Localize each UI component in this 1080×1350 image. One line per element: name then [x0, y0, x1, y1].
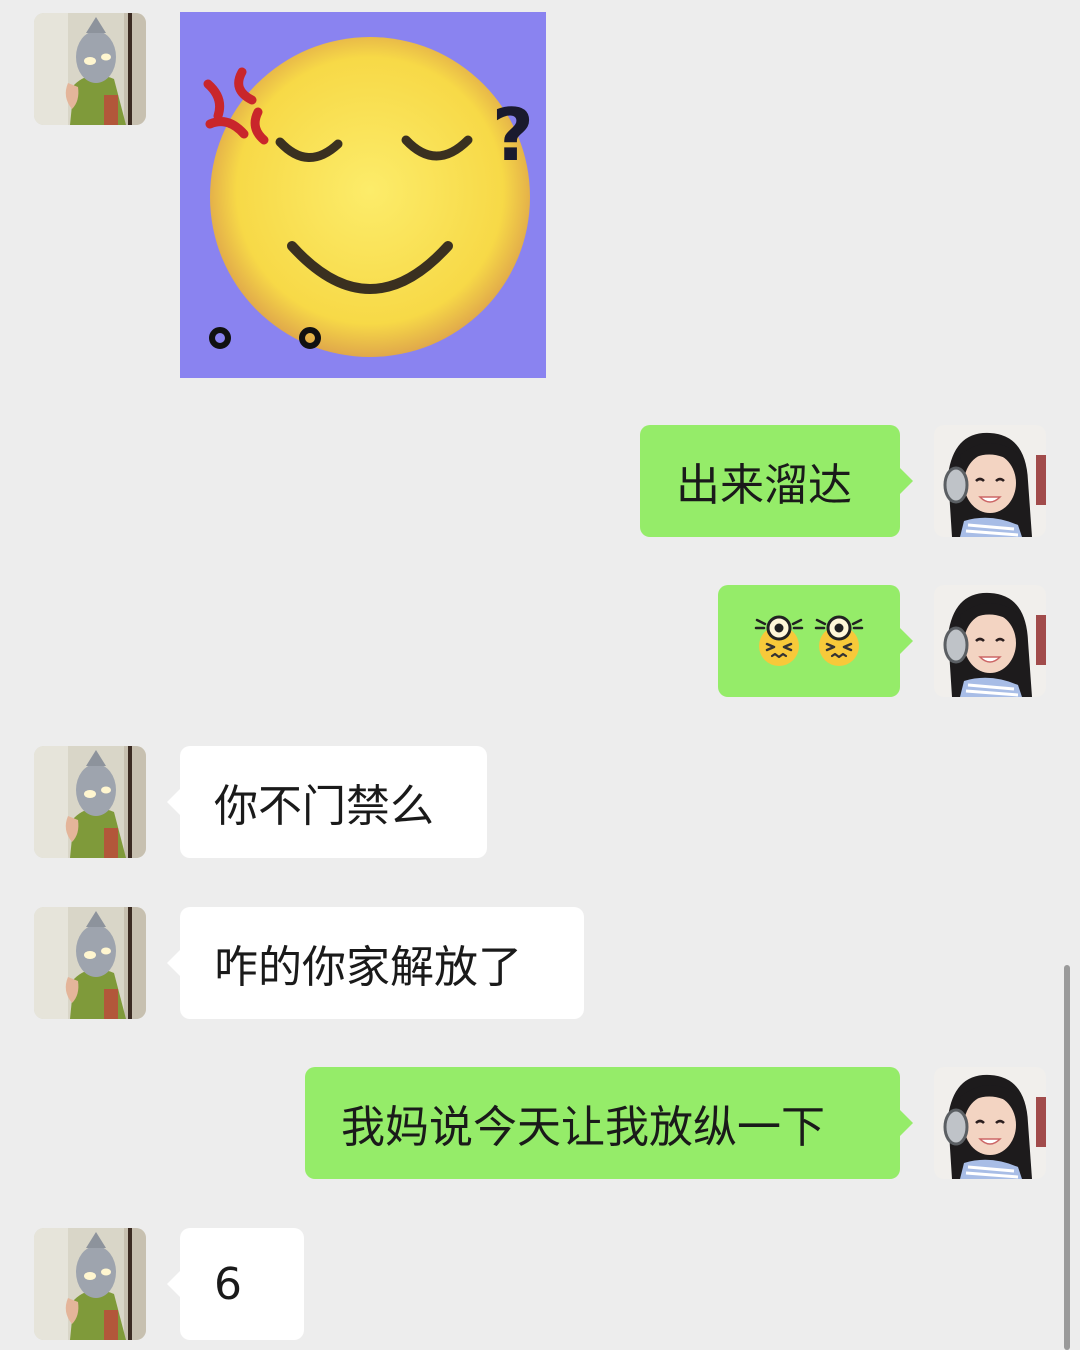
contact-avatar[interactable] — [34, 907, 146, 1019]
contact-avatar[interactable] — [34, 1228, 146, 1340]
incoming-message-bubble[interactable]: 咋的你家解放了 — [167, 907, 584, 1019]
my-avatar[interactable] — [934, 425, 1046, 537]
message-text: 出来溜达 — [676, 460, 852, 511]
incoming-message-bubble[interactable]: 6 — [167, 1228, 304, 1340]
chat-scrollbar[interactable] — [1064, 965, 1070, 1350]
outgoing-message-bubble[interactable]: 我妈说今天让我放纵一下 — [305, 1067, 913, 1179]
contact-avatar[interactable] — [34, 13, 146, 125]
message-text: 6 — [214, 1258, 242, 1310]
squinting-laughing-face-with-eyes-icon — [752, 614, 806, 668]
message-text: 你不门禁么 — [214, 781, 434, 832]
annoyed-smiling-face-sticker[interactable]: ? — [180, 12, 546, 378]
squinting-laughing-face-with-eyes-icon — [812, 614, 866, 668]
my-avatar[interactable] — [934, 585, 1046, 697]
svg-text:?: ? — [492, 93, 534, 177]
contact-avatar[interactable] — [34, 746, 146, 858]
outgoing-emoji-bubble[interactable] — [718, 585, 913, 697]
incoming-message-bubble[interactable]: 你不门禁么 — [167, 746, 487, 858]
message-text: 咋的你家解放了 — [214, 942, 522, 993]
message-text: 我妈说今天让我放纵一下 — [341, 1102, 825, 1153]
my-avatar[interactable] — [934, 1067, 1046, 1179]
outgoing-message-bubble[interactable]: 出来溜达 — [640, 425, 913, 537]
